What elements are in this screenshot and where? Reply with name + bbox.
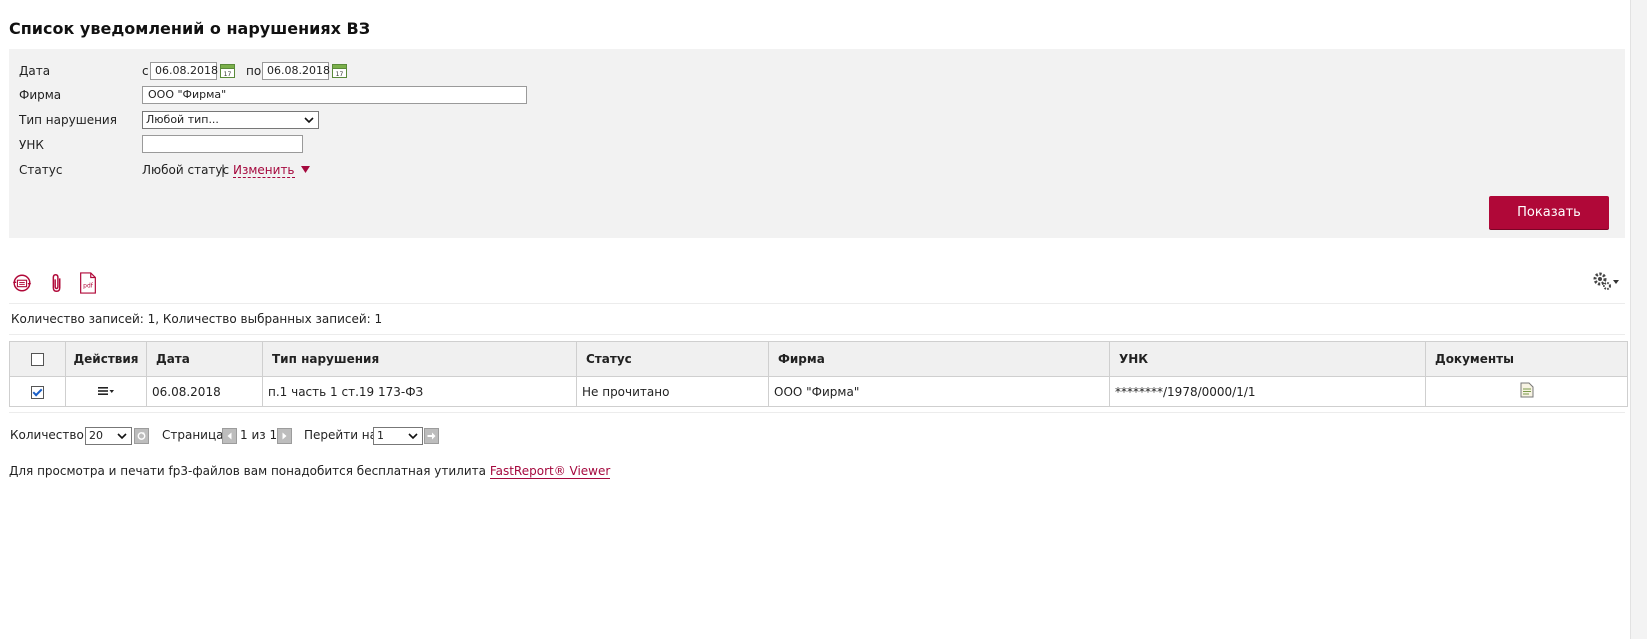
records-summary: Количество записей: 1, Количество выбран… bbox=[11, 312, 383, 326]
status-change-link[interactable]: Изменить bbox=[233, 163, 311, 178]
divider bbox=[9, 412, 1625, 413]
select-all-header[interactable] bbox=[9, 341, 66, 377]
row-date: 06.08.2018 bbox=[146, 376, 263, 407]
violations-table: Действия Дата Тип нарушения Статус Фирма… bbox=[9, 341, 1628, 407]
violation-type-label: Тип нарушения bbox=[19, 113, 117, 127]
actions-menu-icon[interactable] bbox=[96, 386, 116, 396]
chevron-left-icon bbox=[227, 432, 232, 440]
refresh-icon[interactable] bbox=[11, 271, 33, 295]
footer-text: Для просмотра и печати fp3-файлов вам по… bbox=[9, 464, 486, 478]
prev-page-button[interactable] bbox=[222, 428, 237, 444]
refresh-page-button[interactable] bbox=[134, 428, 149, 444]
page-indicator: 1 из 1 bbox=[240, 428, 278, 442]
goto-page-select[interactable]: 1 bbox=[373, 427, 423, 445]
scrollbar-track[interactable] bbox=[1630, 0, 1647, 639]
row-checkbox[interactable] bbox=[31, 385, 44, 399]
calendar-icon[interactable]: 17 bbox=[220, 63, 235, 78]
calendar-icon[interactable]: 17 bbox=[332, 63, 347, 78]
filter-panel: Дата с 06.08.2018 17 по 06.08.2018 17 Фи… bbox=[9, 49, 1625, 238]
svg-text:17: 17 bbox=[336, 71, 344, 78]
goto-page-button[interactable] bbox=[424, 428, 439, 444]
table-row[interactable]: 06.08.2018 п.1 часть 1 ст.19 173-ФЗ Не п… bbox=[9, 376, 1628, 407]
column-header-documents[interactable]: Документы bbox=[1425, 341, 1628, 377]
divider bbox=[9, 334, 1625, 335]
pdf-icon-text: pdf bbox=[83, 283, 94, 290]
status-separator: | bbox=[221, 163, 226, 177]
column-header-date[interactable]: Дата bbox=[146, 341, 263, 377]
row-status: Не прочитано bbox=[576, 376, 769, 407]
page-size-value: 20 bbox=[89, 429, 103, 442]
unk-input[interactable] bbox=[142, 135, 303, 153]
row-type: п.1 часть 1 ст.19 173-ФЗ bbox=[262, 376, 577, 407]
chevron-down-icon bbox=[304, 117, 314, 124]
paperclip-icon[interactable] bbox=[46, 271, 68, 295]
date-to-prefix: по bbox=[246, 64, 262, 78]
page-label: Страница: bbox=[162, 428, 228, 442]
row-unk: ********/1978/0000/1/1 bbox=[1109, 376, 1426, 407]
page-size-label: Количество: bbox=[10, 428, 88, 442]
arrow-right-icon bbox=[427, 432, 436, 440]
refresh-icon bbox=[137, 432, 146, 440]
unk-label: УНК bbox=[19, 138, 44, 152]
row-firm: ООО "Фирма" bbox=[768, 376, 1110, 407]
column-header-firm[interactable]: Фирма bbox=[768, 341, 1110, 377]
status-change-text[interactable]: Изменить bbox=[233, 163, 295, 178]
next-page-button[interactable] bbox=[277, 428, 292, 444]
violation-type-value: Любой тип... bbox=[146, 113, 219, 126]
footer-note: Для просмотра и печати fp3-файлов вам по… bbox=[9, 464, 611, 479]
document-icon[interactable] bbox=[1520, 382, 1534, 398]
chevron-down-icon bbox=[117, 433, 127, 440]
column-header-unk[interactable]: УНК bbox=[1109, 341, 1426, 377]
firm-input[interactable]: ООО "Фирма" bbox=[142, 86, 527, 104]
gear-icon[interactable] bbox=[1590, 270, 1620, 292]
goto-label: Перейти на: bbox=[304, 428, 382, 442]
goto-page-value: 1 bbox=[377, 429, 384, 442]
row-select-cell[interactable] bbox=[9, 376, 66, 407]
page-title: Список уведомлений о нарушениях ВЗ bbox=[9, 19, 371, 38]
status-label: Статус bbox=[19, 163, 63, 177]
svg-text:17: 17 bbox=[224, 71, 232, 78]
row-actions-cell[interactable] bbox=[65, 376, 147, 407]
violation-type-select[interactable]: Любой тип... bbox=[142, 111, 319, 129]
pdf-icon[interactable]: pdf bbox=[77, 271, 99, 295]
page: Список уведомлений о нарушениях ВЗ Дата … bbox=[0, 0, 1647, 639]
page-size-select[interactable]: 20 bbox=[85, 427, 132, 445]
chevron-right-icon bbox=[282, 432, 287, 440]
select-all-checkbox[interactable] bbox=[31, 353, 44, 366]
show-button[interactable]: Показать bbox=[1489, 196, 1609, 229]
column-header-actions[interactable]: Действия bbox=[65, 341, 147, 377]
status-value: Любой статус bbox=[142, 163, 230, 177]
divider bbox=[9, 303, 1625, 304]
firm-label: Фирма bbox=[19, 88, 62, 102]
column-header-type[interactable]: Тип нарушения bbox=[262, 341, 577, 377]
fastreport-viewer-link[interactable]: FastReport® Viewer bbox=[489, 464, 611, 479]
date-to-input[interactable]: 06.08.2018 bbox=[262, 62, 330, 80]
column-header-status[interactable]: Статус bbox=[576, 341, 769, 377]
date-label: Дата bbox=[19, 64, 51, 78]
table-header-row: Действия Дата Тип нарушения Статус Фирма… bbox=[9, 341, 1628, 377]
date-from-input[interactable]: 06.08.2018 bbox=[150, 62, 218, 80]
triangle-down-icon[interactable] bbox=[301, 166, 311, 174]
row-documents-cell[interactable] bbox=[1425, 376, 1628, 407]
chevron-down-icon bbox=[408, 433, 418, 440]
date-from-prefix: с bbox=[142, 64, 149, 78]
